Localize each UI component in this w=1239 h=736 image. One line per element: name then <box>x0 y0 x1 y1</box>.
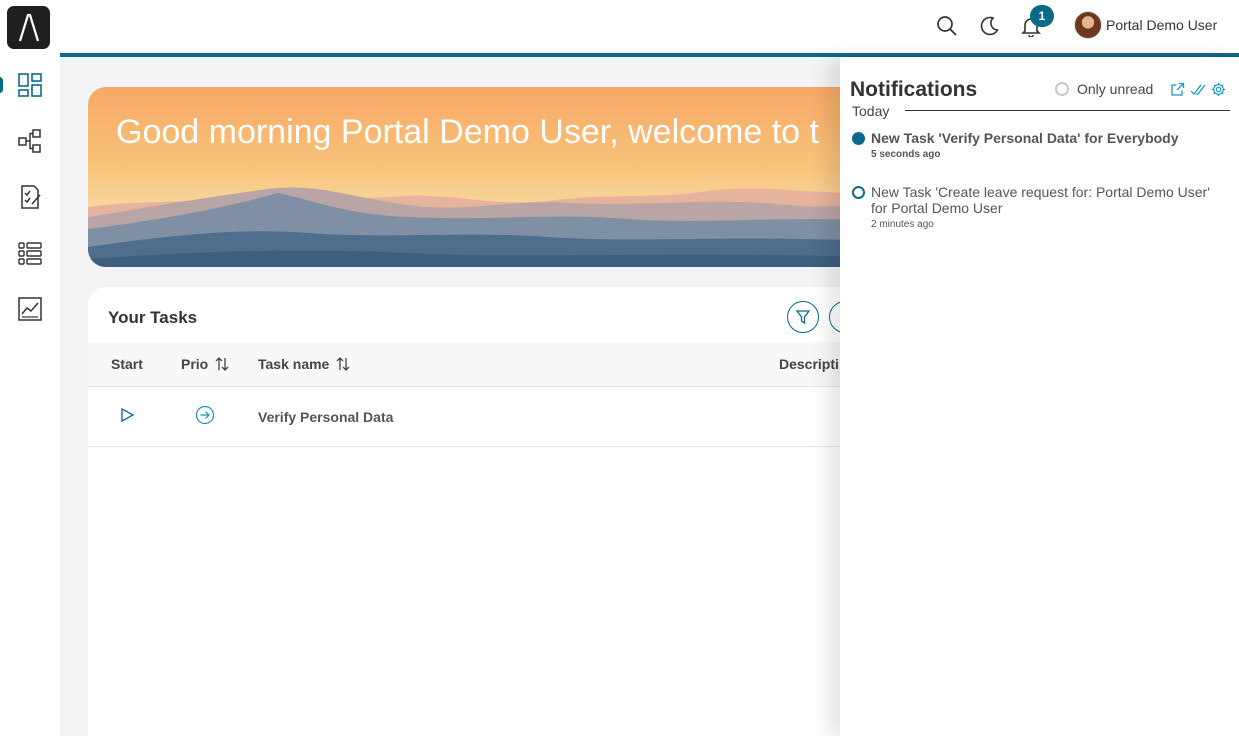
notification-text: New Task 'Verify Personal Data' for Ever… <box>871 130 1179 146</box>
priority-indicator <box>195 405 215 430</box>
table-row[interactable]: Verify Personal Data <box>88 387 878 447</box>
only-unread-label: Only unread <box>1077 81 1154 97</box>
tasks-widget: Your Tasks Start Prio Task name Descript… <box>88 287 878 736</box>
sidebar-item-processes[interactable] <box>14 125 46 157</box>
notification-count-badge: 1 <box>1030 5 1054 27</box>
only-unread-toggle[interactable]: Only unread <box>1055 81 1153 97</box>
play-icon <box>121 407 135 423</box>
filter-button[interactable] <box>787 301 819 333</box>
user-name: Portal Demo User <box>1106 17 1218 33</box>
search-icon <box>937 16 957 36</box>
moon-icon <box>980 16 999 36</box>
processes-icon <box>18 129 41 153</box>
column-label-start: Start <box>111 356 143 372</box>
tasks-table-header: Start Prio Task name Descripti <box>88 342 878 387</box>
sort-icon <box>215 357 229 371</box>
column-header-task-name[interactable]: Task name <box>258 356 351 372</box>
column-header-description[interactable]: Descripti <box>779 356 839 372</box>
sort-icon <box>336 357 350 371</box>
cases-icon <box>18 242 42 265</box>
priority-normal-icon <box>195 405 215 425</box>
column-label-description: Descripti <box>779 356 839 372</box>
sidebar-item-statistics[interactable] <box>14 293 46 325</box>
top-bar <box>60 0 1239 53</box>
tasks-title: Your Tasks <box>108 308 198 327</box>
notification-item-read[interactable]: New Task 'Create leave request for: Port… <box>852 184 1222 234</box>
column-header-prio[interactable]: Prio <box>181 356 230 372</box>
sidebar-item-cases[interactable] <box>14 237 46 269</box>
start-task-button[interactable] <box>119 407 135 428</box>
notification-time: 2 minutes ago <box>871 219 934 230</box>
group-label-today: Today <box>852 103 890 119</box>
external-link-icon <box>1170 82 1184 96</box>
notification-time: 5 seconds ago <box>871 149 941 160</box>
double-check-icon <box>1190 84 1206 95</box>
divider <box>905 110 1230 111</box>
read-indicator[interactable] <box>852 186 865 199</box>
open-notifications-page-button[interactable] <box>1169 81 1185 97</box>
notification-settings-button[interactable] <box>1210 81 1226 97</box>
column-label-prio: Prio <box>181 356 209 372</box>
tasks-icon <box>21 185 41 209</box>
dark-mode-toggle[interactable] <box>977 14 1001 38</box>
sidebar-item-tasks[interactable] <box>14 181 46 213</box>
logo[interactable] <box>7 6 50 49</box>
task-name-cell: Verify Personal Data <box>258 409 394 425</box>
avatar <box>1074 11 1102 39</box>
column-header-start: Start <box>111 356 143 372</box>
logo-icon <box>18 13 39 41</box>
notifications-title: Notifications <box>850 78 978 101</box>
nav-active-marker <box>0 77 3 93</box>
notifications-panel: Notifications Only unread Today New Task… <box>840 57 1239 736</box>
greeting-text: Good morning Portal Demo User, welcome t… <box>116 113 819 151</box>
search-button[interactable] <box>935 14 959 38</box>
column-label-task-name: Task name <box>258 356 330 372</box>
user-menu[interactable]: Portal Demo User <box>1074 11 1217 39</box>
unread-indicator[interactable] <box>852 132 865 145</box>
notification-item-unread[interactable]: New Task 'Verify Personal Data' for Ever… <box>852 130 1222 170</box>
filter-icon <box>795 310 811 325</box>
dashboard-icon <box>18 73 42 97</box>
notification-text: New Task 'Create leave request for: Port… <box>871 184 1210 216</box>
sidebar <box>0 0 60 736</box>
mark-all-read-button[interactable] <box>1190 81 1206 97</box>
only-unread-radio[interactable] <box>1055 82 1069 96</box>
sidebar-item-dashboard[interactable] <box>14 69 46 101</box>
welcome-banner: Good morning Portal Demo User, welcome t… <box>88 87 878 267</box>
statistics-icon <box>18 297 42 321</box>
gear-icon <box>1211 82 1225 96</box>
